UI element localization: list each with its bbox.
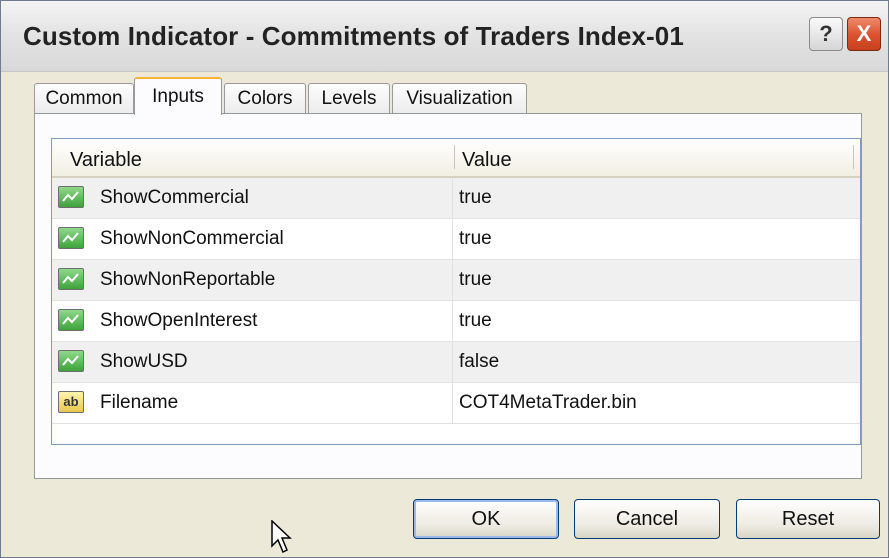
table-row[interactable]: ShowOpenInterest true xyxy=(52,301,860,342)
help-button[interactable]: ? xyxy=(809,17,843,51)
tab-common[interactable]: Common xyxy=(34,83,134,113)
variable-name: ShowNonReportable xyxy=(100,269,276,290)
column-line xyxy=(452,383,453,423)
bool-icon xyxy=(58,350,84,372)
tab-colors[interactable]: Colors xyxy=(224,83,306,113)
column-line xyxy=(452,219,453,259)
column-line xyxy=(452,178,453,218)
variable-value[interactable]: true xyxy=(459,310,492,332)
ok-button[interactable]: OK xyxy=(413,499,559,539)
variable-value[interactable]: true xyxy=(459,269,492,291)
bool-icon xyxy=(58,309,84,331)
window-title: Custom Indicator - Commitments of Trader… xyxy=(23,21,684,51)
variable-value[interactable]: true xyxy=(459,187,492,209)
variable-name: ShowOpenInterest xyxy=(100,310,258,331)
grid-header: Variable Value xyxy=(52,139,860,178)
table-row[interactable]: ShowUSD false xyxy=(52,342,860,383)
table-row[interactable]: ab Filename COT4MetaTrader.bin xyxy=(52,383,860,424)
column-line xyxy=(452,260,453,300)
column-divider[interactable] xyxy=(853,145,854,169)
table-row[interactable]: ShowNonReportable true xyxy=(52,260,860,301)
bool-icon xyxy=(58,186,84,208)
variable-value[interactable]: true xyxy=(459,228,492,250)
tab-visualization[interactable]: Visualization xyxy=(392,83,527,113)
column-divider[interactable] xyxy=(454,145,455,169)
mouse-cursor-icon xyxy=(271,520,292,554)
variable-value[interactable]: false xyxy=(459,351,499,373)
cancel-button[interactable]: Cancel xyxy=(574,499,720,539)
table-row[interactable]: ShowNonCommercial true xyxy=(52,219,860,260)
dialog-window: Custom Indicator - Commitments of Trader… xyxy=(0,0,889,558)
variable-name: ShowNonCommercial xyxy=(100,228,284,249)
variable-name: Filename xyxy=(100,392,179,413)
column-line xyxy=(452,301,453,341)
bool-icon xyxy=(58,268,84,290)
tab-levels[interactable]: Levels xyxy=(308,83,390,113)
variable-name: ShowCommercial xyxy=(100,187,249,208)
reset-button[interactable]: Reset xyxy=(736,499,880,539)
close-button[interactable]: X xyxy=(847,17,881,51)
tab-inputs[interactable]: Inputs xyxy=(134,77,222,115)
column-line xyxy=(452,342,453,382)
string-icon: ab xyxy=(58,391,84,413)
variable-value[interactable]: COT4MetaTrader.bin xyxy=(459,392,637,414)
column-header-variable[interactable]: Variable xyxy=(70,149,142,172)
title-bar[interactable]: Custom Indicator - Commitments of Trader… xyxy=(1,1,888,72)
bool-icon xyxy=(58,227,84,249)
inputs-grid[interactable]: Variable Value ShowCommercial true ShowN… xyxy=(51,138,861,445)
column-header-value[interactable]: Value xyxy=(462,149,512,172)
table-row[interactable]: ShowCommercial true xyxy=(52,178,860,219)
variable-name: ShowUSD xyxy=(100,351,188,372)
